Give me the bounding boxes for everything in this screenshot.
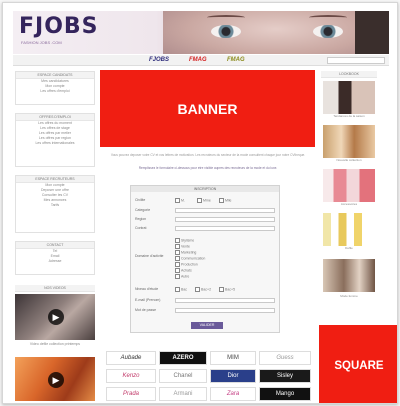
- site-header: FJOBS FASHION JOBS .COM: [13, 11, 389, 54]
- form-label: Mot de passe: [135, 308, 157, 312]
- videos-header: NOS VIDEOS: [15, 285, 95, 293]
- box-title: ESPACE CANDIDATS: [16, 72, 94, 79]
- lookbook-photo[interactable]: [323, 213, 375, 246]
- form-label: Region: [135, 217, 147, 221]
- play-icon[interactable]: ▶: [48, 309, 64, 325]
- intro-text-2: Remplissez le formulaire ci-dessous pour…: [138, 166, 278, 170]
- study-radio[interactable]: Bac: [175, 287, 187, 292]
- category-select[interactable]: [175, 208, 275, 213]
- lookbook-photo[interactable]: [323, 81, 375, 114]
- lookbook-caption[interactable]: Defile: [321, 246, 377, 251]
- contract-select[interactable]: [175, 226, 275, 231]
- video-thumbnail[interactable]: ▶: [15, 357, 95, 401]
- sidebar-link[interactable]: Les offres internationales: [16, 141, 94, 146]
- activity-checkbox[interactable]: Communication: [175, 256, 205, 261]
- activity-checkbox[interactable]: Vente: [175, 244, 190, 249]
- activity-checkbox[interactable]: Autre: [175, 274, 189, 279]
- sidebar-box-recruiters: ESPACE RECRUTEURS Mon compte Deposer une…: [15, 175, 95, 233]
- site-tagline: FASHION JOBS .COM: [21, 40, 62, 45]
- header-model-photo: [163, 11, 389, 54]
- lookbook-caption[interactable]: Tendances de la saison: [321, 114, 377, 119]
- partner-logo[interactable]: Armani: [159, 387, 207, 401]
- sidebar-link[interactable]: Les offres d'emploi: [16, 89, 94, 94]
- gender-radio[interactable]: M.: [175, 198, 185, 203]
- lookbook-caption[interactable]: Nouvelle collection: [321, 158, 377, 163]
- partner-logo[interactable]: Zara: [210, 387, 256, 401]
- study-radio[interactable]: Bac+5: [219, 287, 235, 292]
- form-label: Categorie: [135, 208, 151, 212]
- submit-button[interactable]: VALIDER: [191, 322, 223, 329]
- partner-logo[interactable]: Dior: [210, 369, 256, 383]
- videos-title: NOS VIDEOS: [15, 285, 95, 292]
- partner-logo[interactable]: Mango: [259, 387, 311, 401]
- partner-logo[interactable]: AZERO: [159, 351, 207, 365]
- nav-brand-fmag[interactable]: FMAG: [189, 57, 207, 63]
- lookbook-caption[interactable]: Mode femme: [321, 294, 377, 299]
- banner-ad[interactable]: BANNER: [100, 70, 315, 147]
- form-title: INSCRIPTION: [131, 186, 279, 192]
- activity-checkbox[interactable]: Stylisme: [175, 238, 194, 243]
- lookbook-photo[interactable]: [323, 125, 375, 158]
- registration-form: INSCRIPTION Civilite M. Mme Mlle Categor…: [130, 185, 280, 333]
- partner-logo[interactable]: MIM: [210, 351, 256, 365]
- activity-checkbox[interactable]: Marketing: [175, 250, 196, 255]
- email-field[interactable]: [175, 298, 275, 303]
- password-field[interactable]: [175, 308, 275, 313]
- video-caption[interactable]: Video defile collection printemps: [15, 342, 95, 346]
- activity-checkbox[interactable]: Achats: [175, 268, 192, 273]
- lookbook-header: LOOKBOOK: [321, 71, 377, 79]
- box-title: OFFRES D'EMPLOI: [16, 114, 94, 121]
- nav-brand-fmag-2[interactable]: FMAG: [227, 57, 245, 63]
- activity-checkbox[interactable]: Production: [175, 262, 198, 267]
- gender-radio[interactable]: Mme: [197, 198, 211, 203]
- lookbook-caption[interactable]: Accessoires: [321, 202, 377, 207]
- form-label: Civilite: [135, 198, 146, 202]
- sidebar-box-offers: OFFRES D'EMPLOI Les offres du moment Les…: [15, 113, 95, 167]
- search-input[interactable]: [327, 57, 385, 64]
- nav-brand-fjobs[interactable]: FJOBS: [149, 57, 169, 63]
- form-label: E-mail (Prenom): [135, 298, 161, 302]
- box-title: ESPACE RECRUTEURS: [16, 176, 94, 183]
- partner-logo[interactable]: Prada: [106, 387, 156, 401]
- form-label: Domaine d'activite: [135, 254, 164, 258]
- page-frame: FJOBS FASHION JOBS .COM FJOBS FMAG FMAG …: [2, 2, 398, 404]
- study-radio[interactable]: Bac+2: [195, 287, 211, 292]
- play-icon[interactable]: ▶: [48, 372, 64, 388]
- site-logo[interactable]: FJOBS: [19, 14, 99, 39]
- partner-logo[interactable]: Guess: [259, 351, 311, 365]
- top-nav: FJOBS FMAG FMAG: [13, 55, 389, 66]
- partner-logo[interactable]: Sisley: [259, 369, 311, 383]
- intro-text: Vous pouvez deposer votre CV et vos lett…: [110, 153, 306, 157]
- form-label: Niveau d'etude: [135, 287, 159, 291]
- box-title: CONTACT: [16, 242, 94, 249]
- region-select[interactable]: [175, 217, 275, 222]
- sidebar-link[interactable]: Tarifs: [16, 203, 94, 208]
- partner-logo[interactable]: Aubade: [106, 351, 156, 365]
- partner-logo[interactable]: Kenzo: [106, 369, 156, 383]
- sidebar-box-candidates: ESPACE CANDIDATS Mes candidatures Mon co…: [15, 71, 95, 105]
- contact-line: Adresse: [48, 259, 62, 263]
- lookbook-photo[interactable]: [323, 169, 375, 202]
- lookbook-title: LOOKBOOK: [321, 71, 377, 78]
- lookbook-photo[interactable]: [323, 259, 375, 292]
- partner-logo[interactable]: Chanel: [159, 369, 207, 383]
- sidebar-box-contact: CONTACT Tel Email Adresse: [15, 241, 95, 275]
- video-thumbnail[interactable]: ▶: [15, 294, 95, 340]
- form-label: Contrat: [135, 226, 147, 230]
- square-ad[interactable]: SQUARE: [319, 325, 397, 403]
- gender-radio[interactable]: Mlle: [219, 198, 231, 203]
